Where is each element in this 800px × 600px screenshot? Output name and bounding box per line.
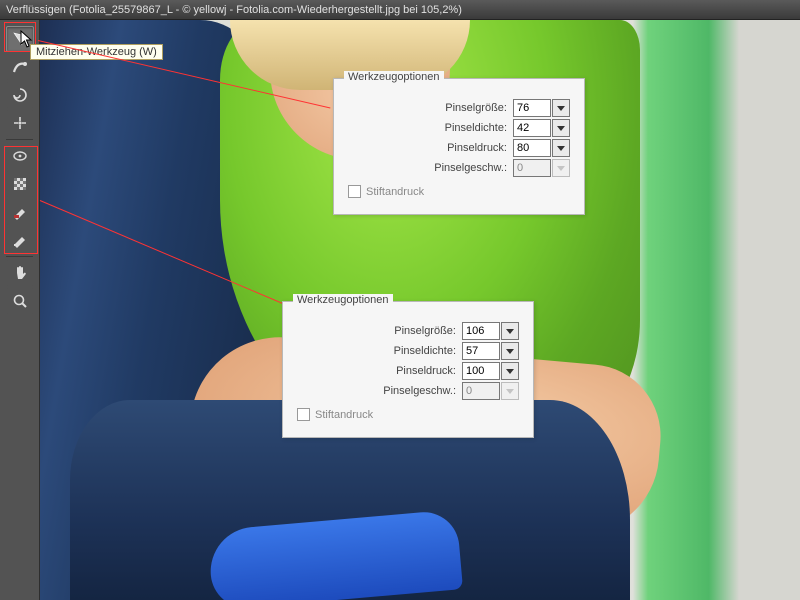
workspace: Mitziehen-Werkzeug (W) Werkzeugoptionen …	[0, 20, 800, 600]
option-row-brush-rate: Pinselgeschw.:	[348, 159, 570, 177]
option-label: Pinseldichte:	[297, 345, 462, 357]
option-label: Pinselgröße:	[297, 325, 462, 337]
dropdown-icon[interactable]	[501, 322, 519, 340]
option-row-brush-density: Pinseldichte:	[297, 342, 519, 360]
option-label: Pinselgeschw.:	[348, 162, 513, 174]
stylus-pressure-checkbox[interactable]	[348, 185, 361, 198]
dropdown-icon[interactable]	[552, 119, 570, 137]
stylus-pressure-label: Stiftandruck	[366, 186, 424, 198]
toolbar-separator	[6, 139, 33, 140]
panel-title: Werkzeugoptionen	[293, 294, 393, 306]
tool-tooltip: Mitziehen-Werkzeug (W)	[30, 44, 163, 60]
dropdown-icon[interactable]	[501, 342, 519, 360]
brush-size-input[interactable]	[462, 322, 500, 340]
brush-pressure-input[interactable]	[513, 139, 551, 157]
option-label: Pinseldruck:	[297, 365, 462, 377]
option-row-brush-pressure: Pinseldruck:	[348, 139, 570, 157]
tool-bloat[interactable]	[6, 143, 34, 169]
tool-options-panel-1: Werkzeugoptionen Pinselgröße: Pinseldich…	[333, 78, 585, 215]
stylus-pressure-row: Stiftandruck	[297, 408, 519, 421]
stylus-pressure-checkbox[interactable]	[297, 408, 310, 421]
window-titlebar: Verflüssigen (Fotolia_25579867_L - © yel…	[0, 0, 800, 20]
panel-title: Werkzeugoptionen	[344, 71, 444, 83]
stylus-pressure-row: Stiftandruck	[348, 185, 570, 198]
tool-options-panel-2: Werkzeugoptionen Pinselgröße: Pinseldich…	[282, 301, 534, 438]
dropdown-icon	[552, 159, 570, 177]
option-row-brush-size: Pinselgröße:	[348, 99, 570, 117]
option-row-brush-rate: Pinselgeschw.:	[297, 382, 519, 400]
option-label: Pinselgeschw.:	[297, 385, 462, 397]
liquify-toolbar	[0, 20, 40, 600]
brush-rate-input	[513, 159, 551, 177]
brush-rate-input	[462, 382, 500, 400]
dropdown-icon	[501, 382, 519, 400]
brush-density-input[interactable]	[513, 119, 551, 137]
stylus-pressure-label: Stiftandruck	[315, 409, 373, 421]
option-row-brush-size: Pinselgröße:	[297, 322, 519, 340]
dropdown-icon[interactable]	[501, 362, 519, 380]
dropdown-icon[interactable]	[552, 99, 570, 117]
tool-freeze-mask[interactable]	[6, 199, 34, 225]
dropdown-icon[interactable]	[552, 139, 570, 157]
tool-twirl[interactable]	[6, 82, 34, 108]
tool-pucker[interactable]	[6, 110, 34, 136]
option-label: Pinselgröße:	[348, 102, 513, 114]
brush-size-input[interactable]	[513, 99, 551, 117]
tool-zoom[interactable]	[6, 288, 34, 314]
tool-thaw-mask[interactable]	[6, 227, 34, 253]
option-row-brush-density: Pinseldichte:	[348, 119, 570, 137]
tool-push-left[interactable]	[6, 171, 34, 197]
option-label: Pinseldruck:	[348, 142, 513, 154]
toolbar-separator	[6, 256, 33, 257]
option-label: Pinseldichte:	[348, 122, 513, 134]
brush-pressure-input[interactable]	[462, 362, 500, 380]
tool-hand[interactable]	[6, 260, 34, 286]
option-row-brush-pressure: Pinseldruck:	[297, 362, 519, 380]
brush-density-input[interactable]	[462, 342, 500, 360]
